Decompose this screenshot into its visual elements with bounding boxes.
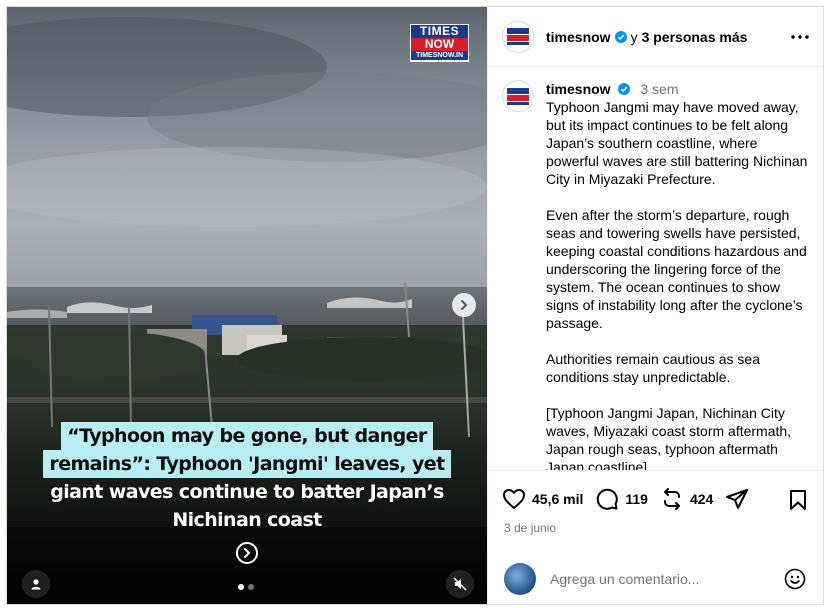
collab-prefix: y [630,28,638,45]
save-button[interactable] [788,489,808,516]
caption-line: remains”: Typhoon 'Jangmi' leaves, yet [43,450,451,478]
like-button[interactable]: 45,6 mil [502,488,583,510]
slide-dot-active [238,584,244,590]
author-avatar[interactable] [502,20,534,53]
current-user-avatar [504,563,536,595]
next-slide-button[interactable] [452,293,476,317]
post-sidebar: timesnow y 3 personas más timesnow 3 sem… [487,7,823,604]
likes-count[interactable]: 45,6 mil [532,491,583,507]
times-now-logo: TIMES NOW TIMESNOW.IN [410,24,469,62]
caption-line: giant waves continue to batter Japan’s [50,481,444,503]
chevron-right-icon [244,548,251,558]
emoji-icon [784,568,806,590]
more-options-button[interactable] [788,29,812,45]
repost-icon [663,488,680,510]
comment-button[interactable]: 119 [595,487,648,511]
video-caption: “Typhoon may be gone, but danger remains… [7,422,487,534]
speaker-muted-icon [453,577,467,591]
emoji-button[interactable] [784,568,806,595]
collaborators-text[interactable]: 3 personas más [642,29,748,45]
caption-paragraph: Authorities remain cautious as sea condi… [546,351,764,385]
add-comment-bar [488,552,823,604]
caption-paragraph: Even after the storm’s departure, rough … [546,207,811,331]
comment-input[interactable] [550,571,770,587]
author-username[interactable]: timesnow [546,29,611,45]
repost-button[interactable]: 424 [660,487,713,511]
bookmark-icon [790,490,806,510]
tagged-users-button[interactable] [22,570,50,598]
caption-line: “Typhoon may be gone, but danger [61,422,433,450]
heart-icon [503,489,525,509]
share-button[interactable] [725,487,749,511]
time-ago[interactable]: 3 sem [640,81,678,97]
more-icon [791,35,809,39]
logo-line-2: NOW [411,38,468,51]
caption-username[interactable]: timesnow [546,81,611,97]
arrow-circle-icon[interactable] [236,542,258,564]
caption-paragraph: Typhoon Jangmi may have moved away, but … [546,99,812,187]
chevron-right-icon [461,300,468,310]
caption-author-avatar[interactable] [502,80,534,112]
post-dialog: TIMES NOW TIMESNOW.IN “Typhoon may be go… [6,6,824,605]
slide-indicator [238,584,254,590]
verified-badge-icon [618,83,631,95]
caption-paragraph: [Typhoon Jangmi Japan, Nichinan City wav… [546,405,795,470]
comments-panel[interactable]: timesnow 3 sem Typhoon Jangmi may have m… [488,68,823,470]
post-header: timesnow y 3 personas más [488,7,823,67]
post-date[interactable]: 3 de junio [504,521,556,535]
post-media[interactable]: TIMES NOW TIMESNOW.IN “Typhoon may be go… [7,7,487,604]
mute-button[interactable] [446,570,474,598]
collaborators-link[interactable]: 3 personas más [642,29,748,45]
comments-count[interactable]: 119 [625,491,648,507]
send-icon [726,489,749,509]
verified-badge-icon [614,30,627,43]
caption-line: Nichinan coast [172,509,322,531]
logo-line-3: TIMESNOW.IN [411,51,468,60]
slide-dot [248,584,254,590]
reposts-count[interactable]: 424 [690,491,713,507]
user-icon [31,579,41,590]
comment-icon [597,488,619,510]
post-caption: timesnow 3 sem Typhoon Jangmi may have m… [502,80,810,470]
